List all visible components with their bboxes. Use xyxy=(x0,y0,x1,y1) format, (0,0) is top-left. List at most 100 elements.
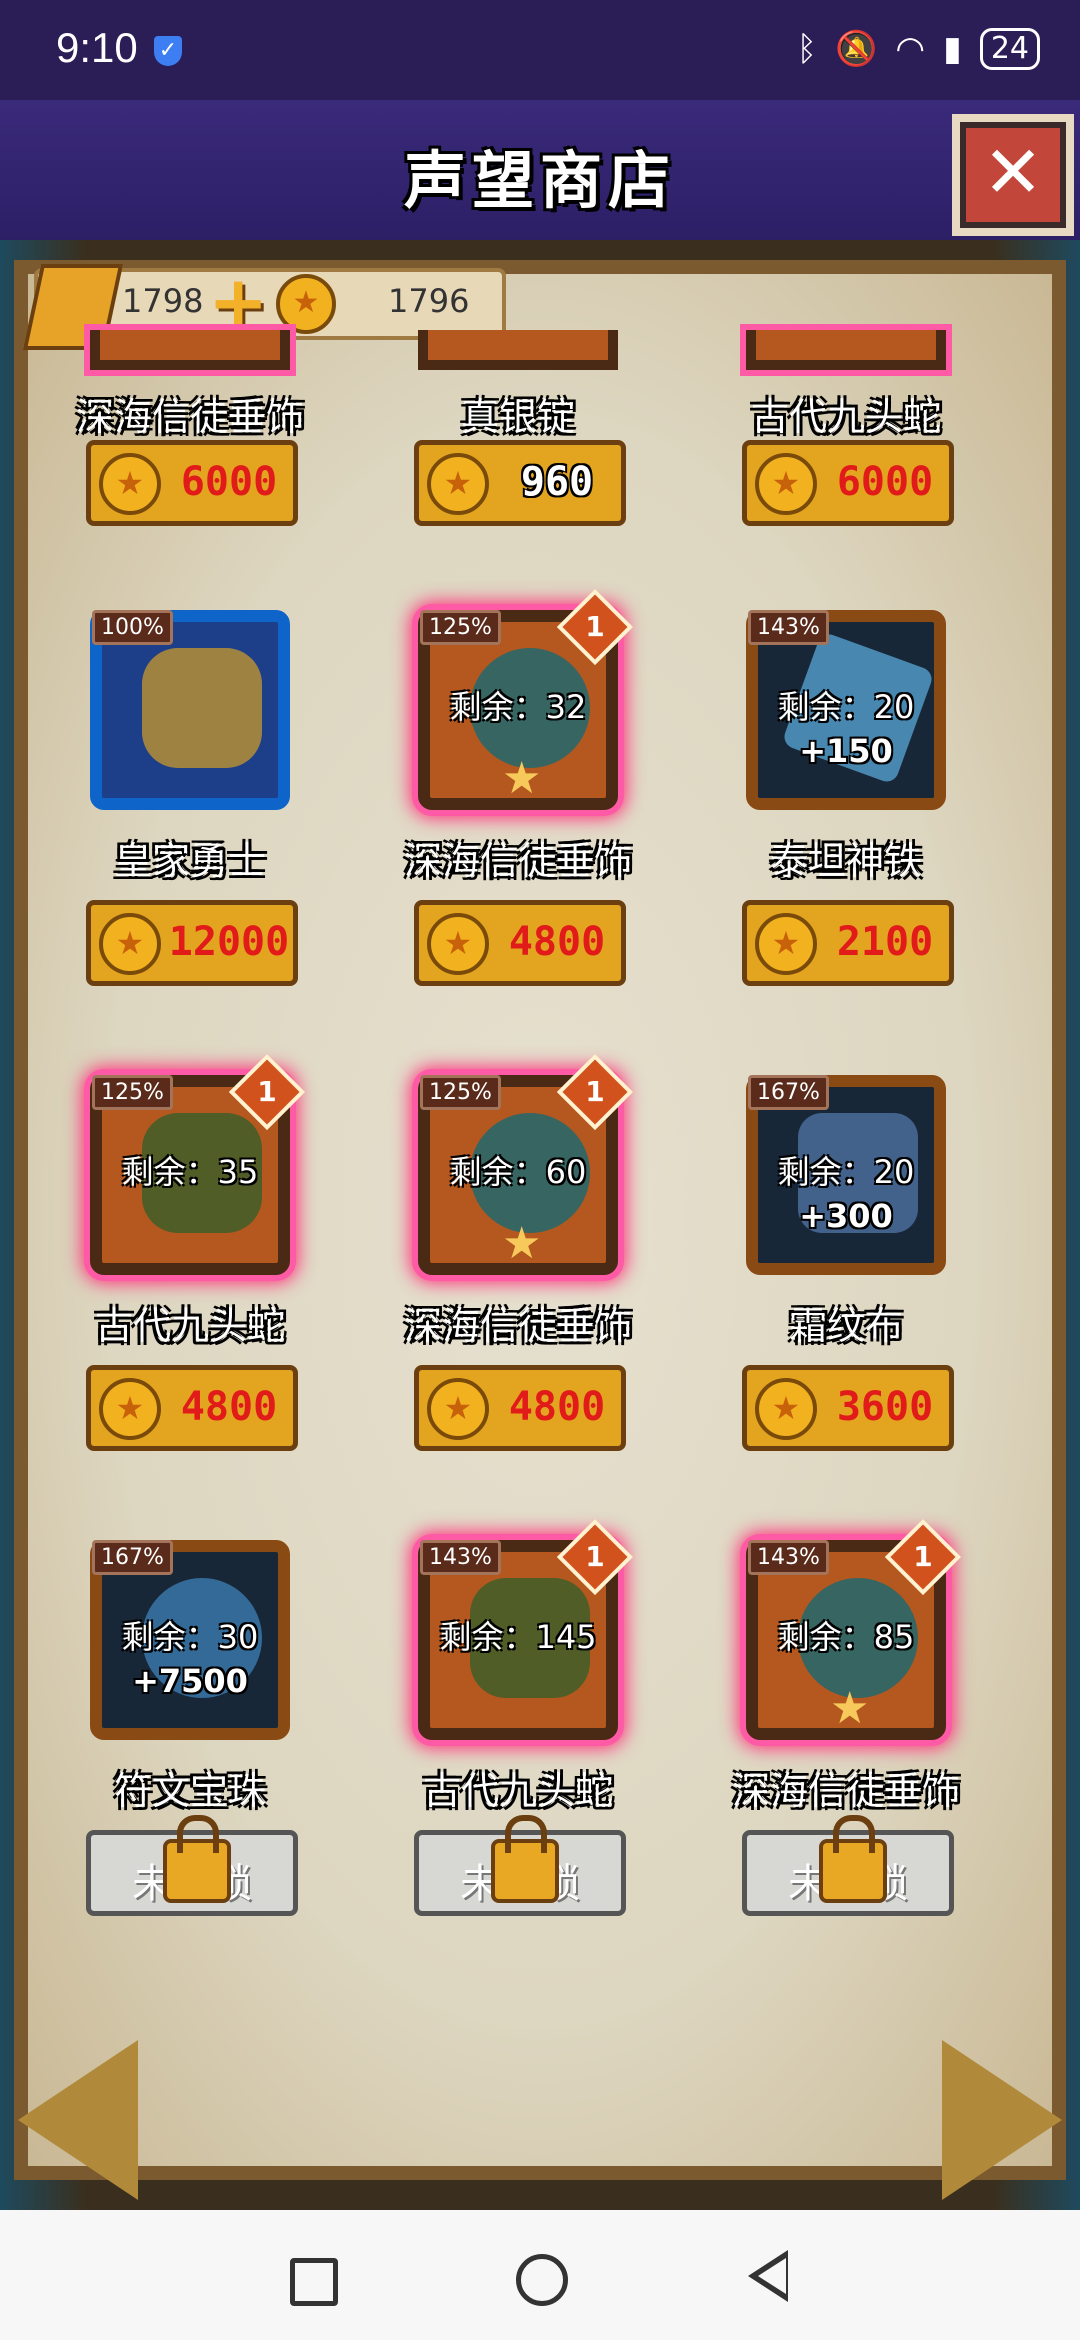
bonus-amount: +7500 xyxy=(132,1662,248,1700)
lock-icon xyxy=(819,1815,887,1903)
remaining-count: 剩余：32 xyxy=(449,688,587,726)
price-value: 6000 xyxy=(836,459,934,505)
buy-button[interactable]: ★ 960 xyxy=(414,440,626,526)
item-name: 深海信徒垂饰 xyxy=(403,839,632,883)
bonus-percent-badge: 125% xyxy=(420,610,501,645)
buy-button[interactable]: ★ 6000 xyxy=(86,440,298,526)
status-icons: ᛒ 🔕 ◠ ▮ 24 xyxy=(797,28,1040,70)
buy-button[interactable]: ★ 2100 xyxy=(742,900,954,986)
star-icon: ★ xyxy=(830,1683,870,1734)
item-name: 霜纹布 xyxy=(788,1304,903,1348)
battery-icon: 24 xyxy=(979,28,1040,70)
item-name: 真银锭 xyxy=(460,395,575,439)
buy-button[interactable]: ★ 6000 xyxy=(742,440,954,526)
bonus-percent-badge: 167% xyxy=(748,1075,829,1110)
price-value: 4800 xyxy=(508,1384,606,1430)
status-time: 9:10 xyxy=(56,24,138,71)
coin-icon: ★ xyxy=(427,453,489,515)
remaining-count: 剩余：20 xyxy=(777,1153,915,1191)
level-badge-value: 1 xyxy=(913,1540,933,1573)
coin-icon: ★ xyxy=(427,913,489,975)
remaining-count: 剩余：145 xyxy=(439,1618,597,1656)
item-name: 古代九头蛇 xyxy=(422,1769,613,1813)
lock-icon xyxy=(163,1815,231,1903)
item-frame: 剩余：35 125% 1 xyxy=(90,1053,306,1275)
remaining-count: 剩余：30 xyxy=(121,1618,259,1656)
coin-icon: ★ xyxy=(99,1378,161,1440)
item-name: 古代九头蛇 xyxy=(750,395,941,439)
buy-button[interactable]: ★ 4800 xyxy=(414,1365,626,1451)
bonus-percent-badge: 143% xyxy=(748,1540,829,1575)
item-frame: 100% xyxy=(90,610,290,810)
coin-icon: ★ xyxy=(755,453,817,515)
price-value: 12000 xyxy=(168,919,290,965)
bonus-percent-badge: 125% xyxy=(420,1075,501,1110)
buy-button[interactable]: ★ 4800 xyxy=(86,1365,298,1451)
star-icon: ★ xyxy=(502,753,542,804)
star-icon: ★ xyxy=(502,1218,542,1269)
buy-button[interactable]: ★ 4800 xyxy=(414,900,626,986)
previous-page-arrow-icon[interactable] xyxy=(18,2040,138,2200)
bonus-percent-badge: 143% xyxy=(748,610,829,645)
page-title: 声望商店 xyxy=(403,144,676,217)
back-icon[interactable] xyxy=(748,2250,788,2302)
bonus-amount: +300 xyxy=(799,1197,893,1235)
locked-button[interactable]: 未解锁 xyxy=(414,1815,626,1916)
add-currency-button[interactable]: + xyxy=(208,266,270,338)
bonus-percent-badge: 167% xyxy=(92,1540,173,1575)
coin-icon: ★ xyxy=(755,913,817,975)
bonus-percent-badge: 100% xyxy=(92,610,173,645)
reputation-coin-icon: ★ xyxy=(276,274,336,334)
remaining-count: 剩余：35 xyxy=(121,1153,259,1191)
price-value: 6000 xyxy=(180,459,278,505)
reputation-coin-amount: 1796 xyxy=(388,282,470,320)
bonus-percent-badge: 125% xyxy=(92,1075,173,1110)
buy-button[interactable]: ★ 3600 xyxy=(742,1365,954,1451)
coin-icon: ★ xyxy=(755,1378,817,1440)
item-frame: 剩余：20 +150 143% xyxy=(746,610,946,810)
item-frame: 剩余：20 +300 167% xyxy=(746,1075,946,1275)
item-name: 古代九头蛇 xyxy=(94,1304,285,1348)
coin-icon: ★ xyxy=(99,913,161,975)
sim-icon: ▮ xyxy=(943,29,962,69)
system-nav-bar xyxy=(0,2210,1080,2340)
buy-button[interactable]: ★ 12000 xyxy=(86,900,298,986)
gold-amount: 1798 xyxy=(122,282,204,320)
locked-button[interactable]: 未解锁 xyxy=(86,1815,298,1916)
coin-icon: ★ xyxy=(427,1378,489,1440)
close-button[interactable]: ✕ xyxy=(952,114,1074,236)
remaining-count: 剩余：85 xyxy=(777,1618,915,1656)
item-frame: 剩余：30 +7500 167% xyxy=(90,1540,290,1740)
item-frame xyxy=(746,330,946,370)
item-name: 深海信徒垂饰 xyxy=(731,1769,960,1813)
item-name: 泰坦神铁 xyxy=(769,839,922,883)
bluetooth-icon: ᛒ xyxy=(796,29,818,69)
price-value: 4800 xyxy=(180,1384,278,1430)
home-icon[interactable] xyxy=(516,2254,568,2306)
level-badge-value: 1 xyxy=(585,610,605,643)
item-frame xyxy=(90,330,290,370)
item-frame: 剩余：85 ★ 143% 1 xyxy=(746,1518,962,1740)
item-name: 深海信徒垂饰 xyxy=(75,395,304,439)
price-value: 2100 xyxy=(836,919,934,965)
price-value: 3600 xyxy=(836,1384,934,1430)
item-name: 皇家勇士 xyxy=(113,839,266,883)
recents-icon[interactable] xyxy=(290,2258,338,2306)
next-page-arrow-icon[interactable] xyxy=(942,2040,1062,2200)
level-badge-value: 1 xyxy=(585,1540,605,1573)
coin-icon: ★ xyxy=(99,453,161,515)
bonus-percent-badge: 143% xyxy=(420,1540,501,1575)
status-bar: 9:10 ✓ ᛒ 🔕 ◠ ▮ 24 xyxy=(0,0,1080,100)
warrior-icon xyxy=(142,648,262,768)
remaining-count: 剩余：60 xyxy=(449,1153,587,1191)
item-name: 深海信徒垂饰 xyxy=(403,1304,632,1348)
level-badge-value: 1 xyxy=(257,1075,277,1108)
item-frame: 剩余：145 143% 1 xyxy=(418,1518,634,1740)
lock-icon xyxy=(491,1815,559,1903)
price-value: 960 xyxy=(520,459,594,505)
locked-button[interactable]: 未解锁 xyxy=(742,1815,954,1916)
shop-header: 声望商店 ✕ xyxy=(0,100,1080,240)
bonus-amount: +150 xyxy=(799,732,893,770)
mute-bell-icon: 🔕 xyxy=(835,29,878,69)
level-badge-value: 1 xyxy=(585,1075,605,1108)
